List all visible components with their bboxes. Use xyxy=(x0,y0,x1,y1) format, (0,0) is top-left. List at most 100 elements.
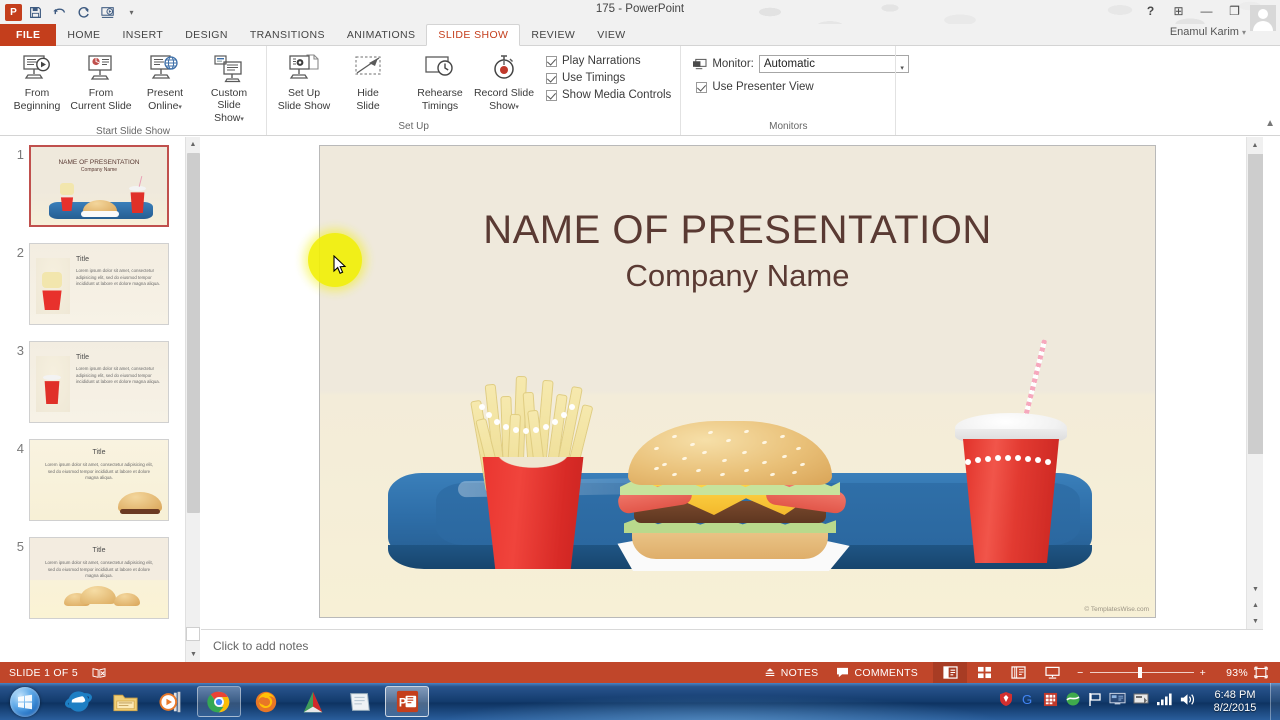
thumbnail-body: Lorem ipsum dolor sit amet, consectetur … xyxy=(45,560,153,578)
list-item[interactable]: 2 Title Lorem ipsum dolor sit amet, cons… xyxy=(8,243,169,325)
thumbnail-slide-3[interactable]: Title Lorem ipsum dolor sit amet, consec… xyxy=(29,341,169,423)
collapse-ribbon-icon[interactable]: ▲ xyxy=(1265,118,1275,129)
account-name[interactable]: Enamul Karim ▾ xyxy=(1170,26,1246,38)
taskbar-windows-media-player-icon[interactable] xyxy=(150,686,194,717)
list-item[interactable]: 1 NAME OF PRESENTATION Company Name xyxy=(8,145,169,227)
notes-button[interactable]: NOTES xyxy=(755,662,828,683)
thumbnail-scrollbar[interactable]: ▲ ▼ xyxy=(185,137,200,662)
tab-transitions[interactable]: TRANSITIONS xyxy=(239,24,336,46)
thumbnail-scroll-up-icon[interactable]: ▲ xyxy=(186,137,200,152)
help-icon[interactable]: ? xyxy=(1137,1,1164,21)
rehearse-timings-button[interactable]: Rehearse Timings xyxy=(408,49,472,112)
use-presenter-view-checkbox[interactable]: Use Presenter View xyxy=(696,81,814,93)
tab-view[interactable]: VIEW xyxy=(586,24,636,46)
slide-title[interactable]: NAME OF PRESENTATION xyxy=(320,208,1155,253)
set-up-slide-show-button[interactable]: Set Up Slide Show xyxy=(272,49,336,112)
taskbar-clock[interactable]: 6:48 PM 8/2/2015 xyxy=(1204,689,1270,715)
network-monitor-icon[interactable] xyxy=(1109,692,1126,712)
taskbar-windows-explorer-icon[interactable] xyxy=(103,686,147,717)
slide-thumbnail-pane[interactable]: 1 NAME OF PRESENTATION Company Name 2 Ti… xyxy=(0,137,185,662)
slide-scroll-up-icon[interactable]: ▲ xyxy=(1247,137,1263,153)
tab-file[interactable]: FILE xyxy=(0,24,57,46)
save-icon[interactable] xyxy=(25,2,46,22)
fit-slide-icon[interactable] xyxy=(1248,666,1274,679)
device-icon[interactable] xyxy=(1133,692,1149,712)
slide-scrollbar-thumb[interactable] xyxy=(1248,154,1263,454)
taskbar-google-chrome-icon[interactable] xyxy=(197,686,241,717)
zoom-in-button[interactable]: + xyxy=(1200,667,1206,679)
list-item[interactable]: 5 Title Lorem ipsum dolor sit amet, cons… xyxy=(8,537,169,619)
restore-icon[interactable]: ❐ xyxy=(1221,1,1248,21)
taskbar-pdf-reader-icon[interactable] xyxy=(291,686,335,717)
comments-button[interactable]: COMMENTS xyxy=(827,662,927,683)
taskbar-notepad-app-icon[interactable] xyxy=(338,686,382,717)
zoom-level[interactable]: 93% xyxy=(1214,667,1248,679)
start-slideshow-icon[interactable] xyxy=(97,2,118,22)
slide-subtitle[interactable]: Company Name xyxy=(320,258,1155,294)
undo-icon[interactable] xyxy=(49,2,70,22)
signal-bars-icon[interactable] xyxy=(1156,692,1172,711)
zoom-slider-knob[interactable] xyxy=(1137,667,1142,678)
google-icon[interactable]: G xyxy=(1021,692,1036,712)
taskbar-mozilla-firefox-icon[interactable] xyxy=(244,686,288,717)
shield-security-icon[interactable] xyxy=(998,691,1014,712)
slide-sorter-view-button[interactable] xyxy=(967,662,1001,683)
record-slide-show-caret-icon[interactable]: ▾ xyxy=(515,104,519,111)
normal-view-button[interactable] xyxy=(933,662,968,683)
notes-placeholder[interactable]: Click to add notes xyxy=(201,630,1263,653)
volume-icon[interactable] xyxy=(1179,692,1196,712)
list-item[interactable]: 4 Title Lorem ipsum dolor sit amet, cons… xyxy=(8,439,169,521)
thumbnail-scroll-down-icon[interactable]: ▼ xyxy=(186,647,201,662)
next-slide-icon[interactable]: ▼ xyxy=(1247,613,1264,629)
taskbar-internet-explorer-icon[interactable] xyxy=(56,686,100,717)
list-item[interactable]: 3 Title Lorem ipsum dolor sit amet, cons… xyxy=(8,341,169,423)
slide-canvas[interactable]: NAME OF PRESENTATION Company Name © Temp… xyxy=(319,145,1156,618)
ribbon-display-options-icon[interactable]: ⊞ xyxy=(1165,1,1192,21)
thumbnail-slide-2[interactable]: Title Lorem ipsum dolor sit amet, consec… xyxy=(29,243,169,325)
show-media-controls-checkbox[interactable]: Show Media Controls xyxy=(546,89,671,101)
zoom-out-button[interactable]: − xyxy=(1077,667,1083,679)
green-globe-icon[interactable] xyxy=(1065,691,1081,712)
present-online-button[interactable]: Present Online▾ xyxy=(133,49,197,114)
flag-action-center-icon[interactable] xyxy=(1088,692,1102,712)
notes-pane[interactable]: Click to add notes xyxy=(201,629,1263,662)
avatar[interactable] xyxy=(1250,5,1276,31)
zoom-slider-track[interactable] xyxy=(1089,667,1194,678)
zoom-slider[interactable]: − + xyxy=(1077,667,1206,679)
tab-animations[interactable]: ANIMATIONS xyxy=(336,24,427,46)
hide-slide-button[interactable]: Hide Slide xyxy=(336,49,400,112)
notes-splitter[interactable] xyxy=(186,627,200,641)
previous-slide-icon[interactable]: ▲ xyxy=(1247,597,1264,613)
slide-counter[interactable]: SLIDE 1 OF 5 xyxy=(9,667,78,679)
redo-icon[interactable] xyxy=(73,2,94,22)
play-narrations-checkbox[interactable]: Play Narrations xyxy=(546,55,671,67)
from-current-slide-button[interactable]: From Current Slide xyxy=(69,49,133,112)
start-button[interactable] xyxy=(0,684,50,719)
minimize-icon[interactable]: — xyxy=(1193,1,1220,21)
record-slide-show-button[interactable]: Record Slide Show▾ xyxy=(472,49,536,114)
slide-scroll-down-icon[interactable]: ▼ xyxy=(1247,581,1264,597)
tab-insert[interactable]: INSERT xyxy=(111,24,174,46)
customize-qat-caret-icon[interactable]: ▾ xyxy=(121,2,142,22)
tab-slide-show[interactable]: SLIDE SHOW xyxy=(426,24,521,46)
custom-slide-show-button[interactable]: Custom Slide Show▾ xyxy=(197,49,261,126)
thumbnail-slide-1[interactable]: NAME OF PRESENTATION Company Name xyxy=(29,145,169,227)
tab-review[interactable]: REVIEW xyxy=(520,24,586,46)
slide-show-view-button[interactable] xyxy=(1035,662,1069,683)
monitor-select[interactable]: Automatic ▾ xyxy=(758,55,909,73)
slide-scrollbar[interactable]: ▲ ▼ ▲ ▼ xyxy=(1246,137,1263,629)
red-app-icon[interactable] xyxy=(1043,692,1058,712)
reading-view-button[interactable] xyxy=(1001,662,1035,683)
thumbnail-slide-5[interactable]: Title Lorem ipsum dolor sit amet, consec… xyxy=(29,537,169,619)
use-timings-checkbox[interactable]: Use Timings xyxy=(546,72,671,84)
tab-home[interactable]: HOME xyxy=(56,24,111,46)
thumbnail-scrollbar-thumb[interactable] xyxy=(187,153,200,513)
show-desktop-button[interactable] xyxy=(1270,683,1280,720)
present-online-caret-icon[interactable]: ▾ xyxy=(178,104,182,111)
thumbnail-slide-4[interactable]: Title Lorem ipsum dolor sit amet, consec… xyxy=(29,439,169,521)
from-beginning-button[interactable]: From Beginning xyxy=(5,49,69,112)
tab-design[interactable]: DESIGN xyxy=(174,24,239,46)
use-presenter-view-label: Use Presenter View xyxy=(712,81,814,93)
taskbar-powerpoint-icon[interactable]: P xyxy=(385,686,429,717)
proofing-icon[interactable] xyxy=(92,667,106,679)
